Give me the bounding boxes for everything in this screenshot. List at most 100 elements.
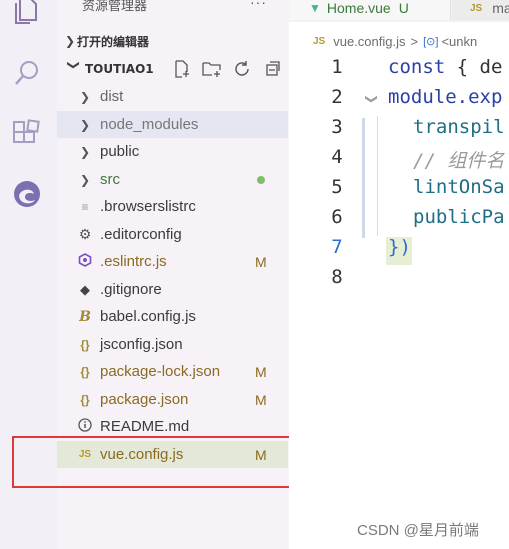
line-number: 3 (331, 116, 343, 138)
line-number: 1 (331, 56, 343, 78)
chevron-right-icon: ❯ (79, 117, 91, 132)
chevron-right-icon: ❯ (79, 89, 91, 104)
line-number: 6 (331, 206, 343, 228)
property: transpil (413, 116, 505, 138)
keyword: module.exp (388, 86, 503, 108)
code-line[interactable]: 6 publicPa (289, 206, 509, 236)
breadcrumb-symbol[interactable]: <unkn (441, 34, 477, 49)
collapse-all-icon[interactable] (261, 58, 283, 80)
symbol-icon: [⊙] (423, 35, 439, 48)
edge-icon[interactable] (10, 177, 44, 211)
chevron-right-icon: ❯ (79, 172, 91, 187)
chevron-right-icon: ❯ (79, 144, 91, 159)
property: publicPa (413, 206, 505, 228)
tree-item-label: package.json (100, 391, 189, 408)
line-number: 5 (331, 176, 343, 198)
tab-label: Home.vue (326, 0, 391, 16)
breadcrumb: JS vue.config.js > [⊙] <unkn (289, 30, 477, 52)
tree-item-label: jsconfig.json (100, 336, 183, 353)
eslint-icon (77, 253, 93, 270)
tree-item-public[interactable]: ❯ public (57, 138, 288, 165)
tree-item-label: src (100, 171, 120, 188)
comment: // 组件名 (413, 150, 505, 172)
tree-item-label: public (100, 143, 140, 160)
keyword: const (388, 56, 446, 78)
tab-home-vue[interactable]: ▼ Home.vue U (289, 0, 451, 20)
more-actions-icon[interactable]: ··· (250, 0, 267, 10)
text-file-icon: ≡ (81, 199, 89, 214)
git-modified-badge: M (255, 391, 267, 408)
tree-item-label: README.md (100, 418, 190, 435)
tree-item-dist[interactable]: ❯ dist (57, 83, 288, 110)
js-file-icon: JS (470, 2, 483, 14)
line-number: 7 (331, 236, 343, 258)
tree-item-gitignore[interactable]: ◆ .gitignore (57, 276, 288, 303)
search-icon[interactable] (10, 56, 44, 90)
project-actions (171, 58, 283, 80)
json-icon: {} (80, 392, 90, 407)
chevron-right-icon: ❯ (65, 34, 76, 48)
line-number: 4 (331, 146, 343, 168)
property: lintOnSa (413, 176, 505, 198)
vue-icon: ▼ (309, 1, 321, 15)
new-folder-icon[interactable] (201, 58, 223, 80)
code-line[interactable]: 2 module.exp (289, 86, 509, 116)
breadcrumb-file[interactable]: vue.config.js (333, 34, 405, 49)
tab-bar: ▼ Home.vue U JS ma (289, 0, 509, 22)
git-icon: ◆ (80, 281, 90, 297)
line-number: 8 (331, 266, 343, 288)
tree-item-package-lock[interactable]: {} package-lock.json M (57, 358, 288, 385)
watermark: CSDN @星月前端 (357, 522, 479, 539)
explorer-title: 资源管理器 (82, 0, 148, 14)
chevron-down-icon: ❯ (67, 60, 81, 71)
json-icon: {} (80, 337, 90, 352)
tab-untracked-badge: U (398, 0, 409, 16)
code-line[interactable]: 7 }) (289, 236, 509, 266)
tree-item-label: .browserslistrc (100, 198, 196, 215)
js-file-icon: JS (313, 35, 326, 47)
code-line[interactable]: 1 const { de (289, 56, 509, 86)
tab-label: ma (492, 0, 509, 16)
tree-item-label: babel.config.js (100, 308, 196, 325)
tree-item-label: .gitignore (100, 281, 162, 298)
code-text: module.exp (388, 86, 502, 108)
annotation-highlight-box (12, 436, 297, 488)
gear-icon: ⚙ (78, 226, 92, 242)
tree-item-label: .editorconfig (100, 226, 182, 243)
tree-item-editorconfig[interactable]: ⚙ .editorconfig (57, 221, 288, 248)
tree-item-browserslistrc[interactable]: ≡ .browserslistrc (57, 193, 288, 220)
tree-item-jsconfig[interactable]: {} jsconfig.json (57, 331, 288, 358)
tree-item-package-json[interactable]: {} package.json M (57, 386, 288, 413)
git-modified-dot (257, 175, 265, 184)
breadcrumb-separator: > (410, 33, 419, 49)
open-editors-label: 打开的编辑器 (77, 34, 150, 49)
tree-item-label: .eslintrc.js (100, 253, 167, 270)
tree-item-node-modules[interactable]: ❯ node_modules (57, 111, 288, 138)
tree-item-label: dist (100, 88, 124, 105)
tree-item-label: package-lock.json (100, 363, 221, 380)
code-line[interactable]: 3 transpil (289, 116, 509, 146)
babel-icon: B (79, 308, 91, 325)
open-editors-section[interactable]: ❯ 打开的编辑器 (57, 28, 289, 54)
files-icon[interactable] (10, 0, 44, 28)
tree-item-src[interactable]: ❯ src (57, 166, 288, 193)
code-rest: { de (445, 56, 503, 78)
code-line[interactable]: 4 // 组件名 (289, 146, 509, 176)
tree-item-babel-config[interactable]: B babel.config.js (57, 303, 288, 330)
extensions-icon[interactable] (10, 117, 44, 151)
refresh-icon[interactable] (231, 58, 253, 80)
info-icon (77, 418, 93, 435)
git-modified-badge: M (255, 253, 267, 270)
code-line[interactable]: 5 lintOnSa (289, 176, 509, 206)
tree-item-label: node_modules (100, 116, 199, 133)
git-modified-badge: M (255, 363, 267, 380)
code-text: const { de (388, 56, 502, 78)
tab-ma[interactable]: JS ma (452, 0, 509, 20)
line-number: 2 (331, 86, 343, 108)
tree-item-eslintrc[interactable]: .eslintrc.js M (57, 248, 288, 275)
new-file-icon[interactable] (171, 58, 193, 80)
code-line[interactable]: 8 (289, 266, 509, 296)
project-label: TOUTIAO1 (85, 62, 154, 76)
editor-area: ▼ Home.vue U JS ma JS vue.config.js > [⊙… (289, 0, 509, 549)
closing-brace: }) (388, 236, 411, 258)
